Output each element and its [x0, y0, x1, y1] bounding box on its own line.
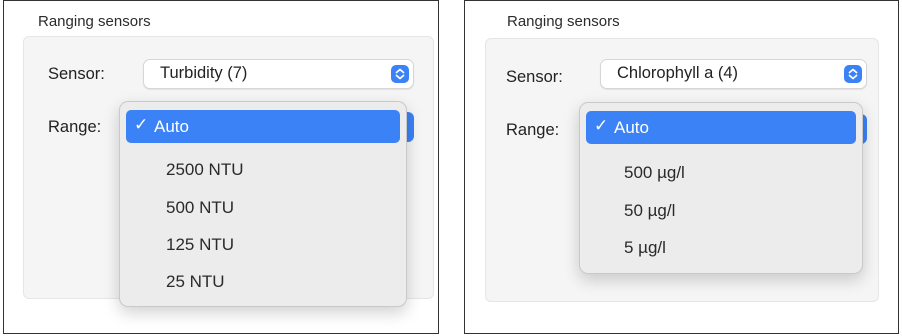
chevron-up-down-icon — [391, 65, 409, 83]
sensor-popup-value: Turbidity (7) — [160, 64, 248, 82]
menu-item-label: 500 µg/l — [624, 163, 685, 182]
menu-item-label: Auto — [154, 117, 189, 136]
menu-item-5-ugl[interactable]: 5 µg/l — [586, 231, 856, 264]
sensor-popup-button[interactable]: Chlorophyll a (4) — [600, 59, 867, 89]
range-dropdown-menu: ✓ Auto 500 µg/l 50 µg/l 5 µg/l — [579, 102, 863, 274]
sensor-label: Sensor: — [506, 68, 563, 86]
section-title: Ranging sensors — [38, 13, 151, 30]
range-label: Range: — [506, 121, 560, 139]
menu-item-125-ntu[interactable]: 125 NTU — [126, 228, 400, 261]
right-panel: Ranging sensors Sensor: Chlorophyll a (4… — [464, 0, 899, 334]
menu-item-label: Auto — [614, 118, 649, 137]
menu-item-label: 50 µg/l — [624, 201, 676, 220]
menu-item-label: 500 NTU — [166, 198, 235, 217]
section-title: Ranging sensors — [507, 13, 620, 30]
menu-item-label: 2500 NTU — [166, 160, 244, 179]
menu-item-500-ntu[interactable]: 500 NTU — [126, 191, 400, 224]
menu-item-25-ntu[interactable]: 25 NTU — [126, 265, 400, 298]
menu-item-auto[interactable]: ✓ Auto — [126, 110, 400, 143]
sensor-popup-button[interactable]: Turbidity (7) — [143, 59, 414, 89]
checkmark-icon: ✓ — [594, 116, 609, 135]
chevron-up-down-icon — [844, 65, 862, 83]
menu-item-label: 125 NTU — [166, 235, 235, 254]
menu-item-label: 25 NTU — [166, 272, 225, 291]
sensor-label: Sensor: — [48, 65, 105, 83]
menu-item-500-ugl[interactable]: 500 µg/l — [586, 156, 856, 189]
left-panel: Ranging sensors Sensor: Turbidity (7) Ra… — [3, 0, 439, 334]
range-dropdown-menu: ✓ Auto 2500 NTU 500 NTU 125 NTU 25 NTU — [119, 101, 407, 307]
menu-item-auto[interactable]: ✓ Auto — [586, 111, 856, 144]
range-label: Range: — [48, 118, 102, 136]
menu-item-label: 5 µg/l — [624, 238, 666, 257]
menu-item-50-ugl[interactable]: 50 µg/l — [586, 194, 856, 227]
menu-item-2500-ntu[interactable]: 2500 NTU — [126, 153, 400, 186]
checkmark-icon: ✓ — [134, 115, 149, 134]
sensor-popup-value: Chlorophyll a (4) — [617, 64, 739, 82]
